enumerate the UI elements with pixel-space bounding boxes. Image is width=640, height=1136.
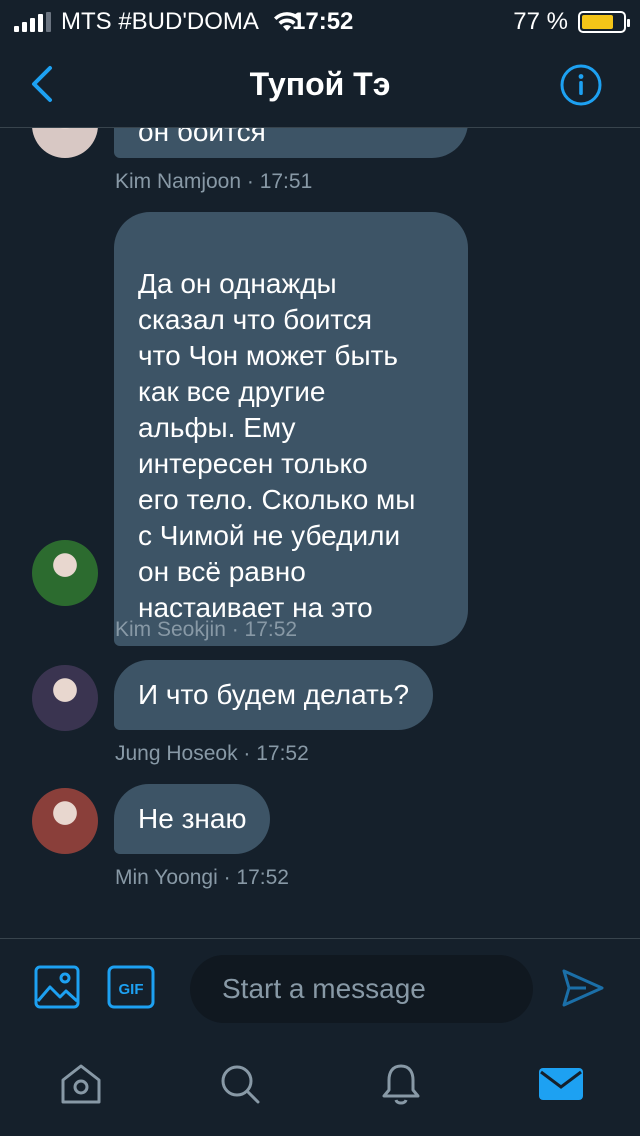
message-bubble[interactable]: Да он однажды сказал что боится что Чон …	[114, 212, 468, 646]
message-bubble[interactable]: И что будем делать?	[114, 660, 434, 730]
avatar[interactable]	[32, 788, 98, 854]
message-input[interactable]: Start a message	[190, 955, 533, 1023]
message-text: Не знаю	[138, 803, 247, 834]
message-meta: Kim Namjoon · 17:51	[115, 170, 313, 193]
conversation-header: Тупой Тэ	[0, 40, 640, 128]
battery-percentage: 77 %	[513, 8, 568, 35]
bell-icon[interactable]	[377, 1060, 425, 1108]
search-icon[interactable]	[216, 1060, 264, 1108]
image-icon[interactable]	[34, 965, 80, 1009]
info-icon[interactable]	[560, 64, 602, 106]
message-bubble[interactable]: Не знаю	[114, 784, 271, 854]
message-meta: Jung Hoseok · 17:52	[115, 742, 309, 765]
message-text: Да он однажды сказал что боится что Чон …	[138, 268, 416, 623]
mail-icon[interactable]	[537, 1060, 585, 1108]
home-icon[interactable]	[57, 1060, 105, 1108]
battery-icon	[578, 11, 630, 33]
status-bar: MTS #BUD'DOMA 17:52 77 %	[0, 0, 640, 40]
battery-fill	[582, 15, 613, 29]
signal-icon	[14, 12, 51, 32]
message-meta: Kim Seokjin · 17:52	[115, 618, 298, 641]
conversation[interactable]: он боится Kim Namjoon · 17:51 Да он одна…	[0, 40, 640, 938]
gif-label: GIF	[119, 981, 144, 998]
avatar[interactable]	[32, 540, 98, 606]
page-title: Тупой Тэ	[249, 66, 391, 102]
message-meta: Min Yoongi · 17:52	[115, 866, 289, 889]
status-left: MTS #BUD'DOMA	[14, 8, 301, 36]
send-icon[interactable]	[560, 965, 606, 1011]
message-composer: GIF Start a message	[0, 938, 640, 1038]
status-right: 77 %	[513, 8, 630, 36]
status-time: 17:52	[292, 8, 354, 35]
tab-bar	[0, 1038, 640, 1136]
avatar[interactable]	[32, 665, 98, 731]
message-text: И что будем делать?	[138, 679, 410, 710]
gif-icon[interactable]: GIF	[107, 965, 155, 1009]
carrier-name: MTS #BUD'DOMA	[61, 8, 259, 35]
